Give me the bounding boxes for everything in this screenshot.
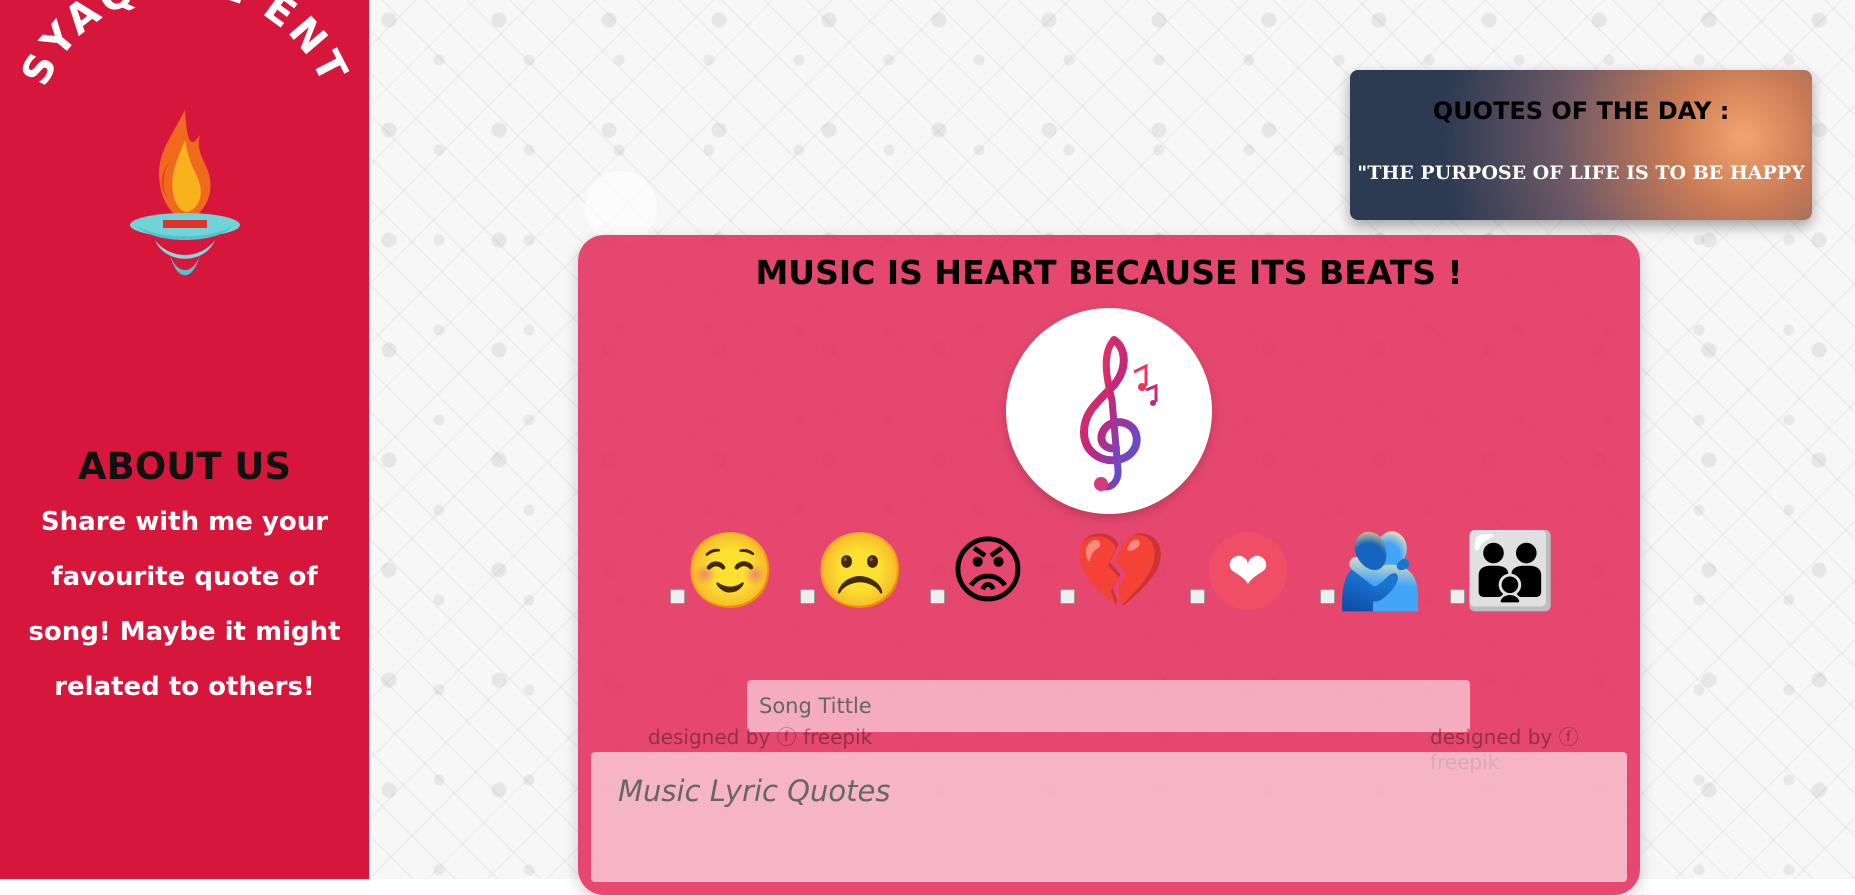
music-logo-circle	[1006, 308, 1212, 514]
svg-text:SYAQOOL ENT: SYAQOOL ENT	[20, 0, 350, 93]
mood-option-couple: 🫂	[1320, 527, 1450, 627]
mood-selector: ☺️ ☹️ 😡 💔 ❤ 🫂 👪	[670, 527, 1556, 627]
sidebar: SYAQOOL ENT ABOUT US Share with me your …	[0, 0, 369, 879]
lyric-quote-textarea[interactable]	[591, 752, 1627, 882]
mood-option-angry: 😡	[930, 527, 1060, 627]
headline: MUSIC IS HEART BECAUSE ITS BEATS !	[755, 253, 1463, 292]
mood-checkbox[interactable]	[930, 589, 945, 604]
about-text: Share with me your favourite quote of so…	[28, 507, 341, 702]
mood-checkbox[interactable]	[670, 589, 685, 604]
quote-text: "THE PURPOSE OF LIFE IS TO BE HAPPY	[1357, 162, 1805, 184]
quote-of-the-day-card: QUOTES OF THE DAY : "THE PURPOSE OF LIFE…	[1350, 70, 1812, 220]
mood-checkbox[interactable]	[1320, 589, 1335, 604]
quote-card-title: QUOTES OF THE DAY :	[1432, 97, 1730, 125]
heart-icon[interactable]: ❤	[1209, 532, 1287, 610]
decorative-bubble	[585, 171, 657, 243]
mood-checkbox[interactable]	[1060, 589, 1075, 604]
about-title: ABOUT US	[77, 445, 292, 488]
mood-option-smiling: ☺️	[670, 527, 800, 627]
couple-hugging-icon[interactable]: 🫂	[1334, 527, 1426, 615]
mood-checkbox[interactable]	[1450, 589, 1465, 604]
mood-option-heart: ❤	[1190, 527, 1320, 627]
broken-heart-icon[interactable]: 💔	[1074, 527, 1166, 615]
frowning-face-icon[interactable]: ☹️	[814, 527, 906, 615]
music-quote-form-card: MUSIC IS HEART BECAUSE ITS BEATS ! ☺️ ☹️…	[578, 235, 1640, 895]
mood-option-frowning: ☹️	[800, 527, 930, 627]
family-icon[interactable]: 👪	[1464, 527, 1556, 615]
smiling-face-icon[interactable]: ☺️	[684, 527, 776, 615]
brand-name: SYAQOOL ENT	[20, 0, 350, 93]
mood-checkbox[interactable]	[1190, 589, 1205, 604]
mood-option-family: 👪	[1450, 527, 1580, 627]
mood-option-broken-heart: 💔	[1060, 527, 1190, 627]
flame-water-logo-icon	[130, 110, 240, 276]
angry-face-icon[interactable]: 😡	[944, 527, 1032, 615]
treble-clef-icon	[1079, 336, 1158, 491]
freepik-watermark-left: designed by ⓕ freepik	[648, 725, 873, 749]
mood-checkbox[interactable]	[800, 589, 815, 604]
